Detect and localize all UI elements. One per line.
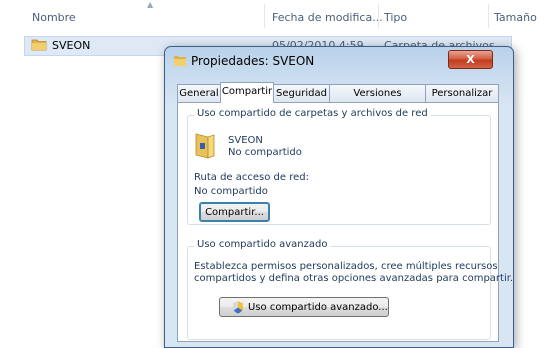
path-value: No compartido — [194, 186, 268, 197]
column-name[interactable]: Nombre — [32, 11, 76, 24]
column-header-bar: Nombre ▲ Fecha de modifica... Tipo Tamañ… — [0, 0, 560, 34]
group-title: Uso compartido avanzado — [194, 239, 331, 250]
column-type[interactable]: Tipo — [384, 11, 407, 24]
path-label: Ruta de acceso de red: — [194, 172, 309, 183]
folder-status: No compartido — [228, 147, 302, 158]
advanced-description: compartidos y defina otras opciones avan… — [194, 273, 514, 284]
column-size[interactable]: Tamaño — [494, 11, 537, 24]
tab-panel-compartir: Uso compartido de carpetas y archivos de… — [177, 102, 513, 342]
column-date[interactable]: Fecha de modifica... — [272, 11, 383, 24]
tab-personalizar[interactable]: Personalizar — [425, 84, 499, 102]
advanced-description: Establezca permisos personalizados, cree… — [194, 261, 498, 272]
tab-seguridad[interactable]: Seguridad — [273, 84, 330, 102]
close-icon: X — [466, 53, 475, 66]
close-button[interactable]: X — [448, 50, 493, 69]
advanced-sharing-label: Uso compartido avanzado... — [248, 302, 388, 313]
tab-compartir[interactable]: Compartir — [220, 82, 274, 103]
tab-general[interactable]: General — [177, 84, 221, 102]
dialog-title: Propiedades: SVEON — [191, 54, 315, 68]
folder-name: SVEON — [228, 135, 263, 146]
shield-icon — [233, 301, 243, 314]
tab-versiones-anteriores[interactable]: Versiones anteriores — [329, 84, 426, 117]
advanced-sharing-button[interactable]: Uso compartido avanzado... — [219, 297, 389, 317]
folder-icon — [195, 133, 215, 159]
network-sharing-group: Uso compartido de carpetas y archivos de… — [187, 108, 491, 225]
share-button[interactable]: Compartir... — [199, 202, 270, 222]
advanced-sharing-group: Uso compartido avanzado Establezca permi… — [187, 239, 513, 340]
properties-dialog: Propiedades: SVEON X General Compartir S… — [164, 46, 514, 348]
group-title: Uso compartido de carpetas y archivos de… — [194, 108, 431, 119]
file-name: SVEON — [52, 39, 91, 52]
folder-icon — [31, 39, 47, 51]
sort-up-icon: ▲ — [147, 0, 154, 9]
folder-icon — [174, 56, 186, 66]
